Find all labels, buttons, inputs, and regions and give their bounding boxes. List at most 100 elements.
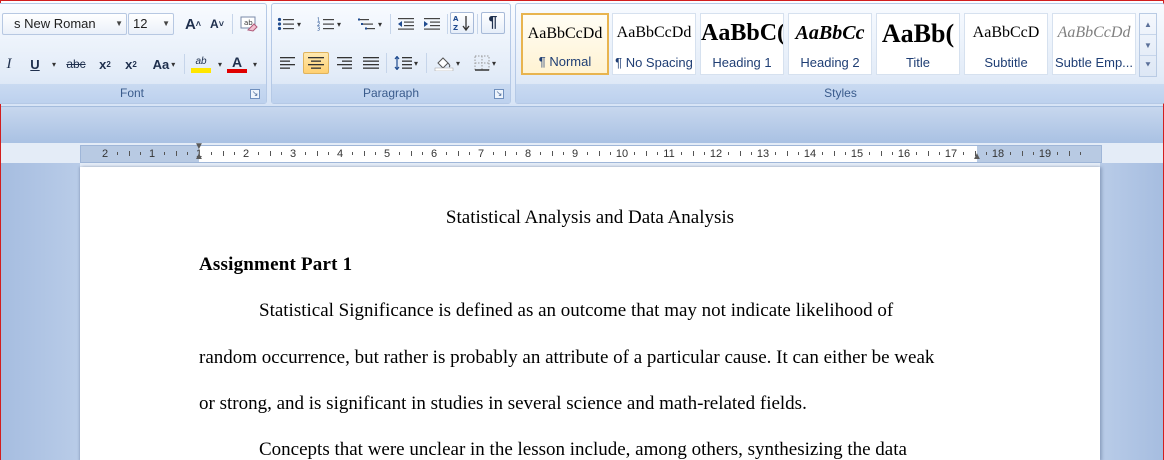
ruler-number: 1	[148, 148, 156, 160]
font-name-value: s New Roman	[14, 16, 96, 31]
style-heading-1[interactable]: AaBbC( Heading 1	[700, 13, 784, 75]
strikethrough-button[interactable]: abc	[62, 53, 90, 75]
font-color-button[interactable]: A	[226, 53, 248, 75]
svg-text:A: A	[453, 15, 459, 23]
subscript-button[interactable]: x2	[94, 53, 116, 75]
multilevel-list-icon	[357, 18, 375, 30]
superscript-icon: x	[125, 56, 133, 72]
italic-icon: I	[6, 55, 12, 72]
chevron-down-icon[interactable]: ▼	[115, 14, 123, 34]
align-center-button[interactable]	[303, 52, 329, 74]
font-color-dropdown[interactable]: ▾	[249, 53, 259, 75]
sort-az-icon: A Z	[453, 15, 470, 32]
ruler-tick	[821, 152, 823, 155]
ruler-tick	[739, 151, 741, 156]
shading-button[interactable]: ▾	[430, 52, 464, 74]
chevron-down-icon[interactable]: ▼	[162, 14, 170, 34]
highlighter-icon: ab	[195, 55, 207, 67]
font-size-box[interactable]: 12 ▼	[128, 13, 174, 35]
align-right-button[interactable]	[332, 52, 356, 74]
chevron-down-icon[interactable]: ▼	[1140, 35, 1156, 56]
subscript-icon: x	[99, 56, 107, 72]
align-right-icon	[337, 57, 352, 69]
more-styles-icon[interactable]: ⯆	[1140, 56, 1156, 76]
ruler-number: 7	[477, 148, 485, 160]
style-subtitle[interactable]: AaBbCcD Subtitle	[964, 13, 1048, 75]
svg-text:Z: Z	[453, 24, 458, 32]
style-preview: AaBb(	[881, 19, 955, 48]
justify-button[interactable]	[359, 52, 383, 74]
numbering-button[interactable]: 1 2 3 ▾	[312, 13, 346, 35]
show-formatting-button[interactable]: ¶	[481, 12, 505, 34]
style-heading-2[interactable]: AaBbCc Heading 2	[788, 13, 872, 75]
ruler-tick	[304, 152, 306, 155]
grow-font-icon: A	[184, 15, 196, 33]
ruler-number: 10	[615, 148, 629, 160]
ruler-tick	[210, 152, 212, 155]
font-name-box[interactable]: s New Roman ▼	[2, 13, 127, 35]
style-no-spacing[interactable]: AaBbCcDd ¶ No Spacing	[612, 13, 696, 75]
ruler-number: 19	[1038, 148, 1052, 160]
ruler-tick	[986, 152, 988, 155]
style-preview: AaBbCc	[795, 22, 865, 44]
ruler-tick	[457, 151, 459, 156]
ruler-number: 2	[101, 148, 109, 160]
bullets-button[interactable]: ▾	[276, 13, 302, 35]
chevron-down-icon: ▾	[296, 19, 301, 29]
underline-button[interactable]: U	[24, 53, 46, 75]
shrink-font-button[interactable]: A ˅	[206, 13, 228, 35]
paragraph-dialog-launcher[interactable]: ↘	[494, 89, 504, 99]
style-subtle-emphasis[interactable]: AaBbCcDd Subtle Emp...	[1052, 13, 1136, 75]
align-left-button[interactable]	[276, 52, 300, 74]
borders-button[interactable]: ▾	[468, 52, 502, 74]
multilevel-list-button[interactable]: ▾	[354, 13, 386, 35]
decrease-indent-button[interactable]	[394, 13, 418, 35]
style-normal[interactable]: AaBbCcDd ¶ Normal	[521, 13, 609, 75]
style-name: Subtle Emp...	[1054, 55, 1134, 70]
change-case-button[interactable]: Aa ▾	[148, 53, 180, 75]
grow-font-button[interactable]: A ˄	[182, 13, 204, 35]
ruler-tick	[939, 152, 941, 155]
highlight-button[interactable]: ab	[188, 53, 214, 75]
document-title: Statistical Analysis and Data Analysis	[445, 207, 735, 228]
ruler-tick	[680, 152, 682, 155]
clear-formatting-button[interactable]: ab	[237, 13, 261, 35]
ruler-tick	[222, 151, 224, 156]
font-color-bar	[227, 69, 247, 73]
highlight-dropdown[interactable]: ▾	[214, 53, 224, 75]
font-dialog-launcher[interactable]: ↘	[250, 89, 260, 99]
numbering-icon: 1 2 3	[317, 18, 334, 31]
styles-gallery-scroll[interactable]: ▲ ▼ ⯆	[1139, 13, 1157, 77]
sort-button[interactable]: A Z	[450, 12, 474, 34]
pilcrow-icon: ¶	[488, 14, 498, 31]
ruler-tick	[492, 152, 494, 155]
line-spacing-button[interactable]: ▾	[390, 52, 422, 74]
chevron-up-icon[interactable]: ▲	[1140, 14, 1156, 35]
ruler-tick	[469, 152, 471, 155]
increase-indent-icon	[424, 18, 440, 30]
italic-button[interactable]: I	[0, 53, 18, 75]
paragraph-line: or strong, and is significant in studies…	[199, 393, 807, 414]
ruler-number: 3	[289, 148, 297, 160]
document-page[interactable]: Statistical Analysis and Data Analysis A…	[80, 167, 1100, 460]
horizontal-ruler[interactable]: 2 1 1 2 3 4 5 6 7 8 9 10 11 12 13 14 15 16 17 18 19 ▼ ▲ ▲	[80, 142, 1102, 163]
ruler-number: 12	[709, 148, 723, 160]
style-name: ¶ No Spacing	[615, 55, 693, 70]
ruler-tick	[1056, 152, 1058, 155]
style-title[interactable]: AaBb( Title	[876, 13, 960, 75]
ruler-tick	[610, 152, 612, 155]
paragraph-line: random occurrence, but rather is probabl…	[199, 347, 935, 368]
chevron-down-icon: ▾	[377, 19, 382, 29]
ruler-tick	[563, 152, 565, 155]
underline-dropdown[interactable]: ▾	[48, 53, 58, 75]
increase-indent-button[interactable]	[420, 13, 444, 35]
font-group: s New Roman ▼ 12 ▼ A ˄ A ˅ ab I U ▾ abc …	[0, 3, 267, 104]
styles-group: AaBbCcDd ¶ Normal AaBbCcDd ¶ No Spacing …	[515, 3, 1164, 104]
style-preview: AaBbC(	[701, 20, 783, 46]
ruler-number: 6	[430, 148, 438, 160]
superscript-button[interactable]: x2	[120, 53, 142, 75]
ruler-tick	[163, 152, 165, 155]
ruler-tick	[316, 151, 318, 156]
ruler-tick	[1068, 151, 1070, 156]
style-name: Subtitle	[984, 55, 1028, 70]
